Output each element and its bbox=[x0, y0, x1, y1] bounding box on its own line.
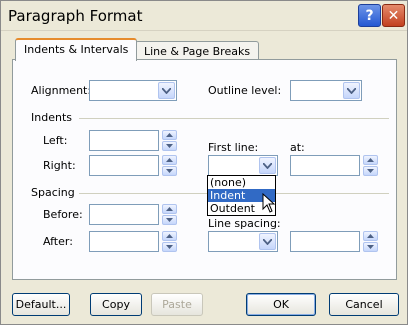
before-label: Before: bbox=[43, 208, 83, 221]
first-line-label: First line: bbox=[208, 141, 259, 154]
spacing-after-input[interactable] bbox=[89, 231, 159, 252]
spin-down-button[interactable] bbox=[162, 242, 177, 252]
spin-up-button[interactable] bbox=[162, 130, 177, 140]
spin-up-button[interactable] bbox=[162, 204, 177, 214]
paste-button: Paste bbox=[151, 293, 203, 316]
title-bar[interactable]: Paragraph Format ? ✕ bbox=[1, 1, 407, 31]
arrow-up-icon bbox=[367, 234, 374, 238]
spin-down-button[interactable] bbox=[363, 166, 378, 176]
right-indent-label: Right: bbox=[43, 159, 76, 172]
default-button[interactable]: Default... bbox=[12, 293, 70, 316]
left-indent-label: Left: bbox=[43, 134, 68, 147]
close-button[interactable]: ✕ bbox=[382, 4, 405, 27]
indents-group-label: Indents bbox=[31, 111, 72, 124]
alignment-select[interactable] bbox=[89, 80, 177, 101]
arrow-down-icon bbox=[166, 169, 173, 173]
window-title: Paragraph Format bbox=[8, 7, 143, 25]
line-spacing-at-spinner[interactable] bbox=[363, 231, 378, 252]
spin-up-button[interactable] bbox=[363, 231, 378, 241]
arrow-up-icon bbox=[166, 158, 173, 162]
chevron-down-icon bbox=[162, 87, 171, 94]
arrow-down-icon bbox=[367, 245, 374, 249]
alignment-dropdown-button[interactable] bbox=[158, 82, 175, 99]
first-line-at-spinner[interactable] bbox=[363, 155, 378, 176]
close-icon: ✕ bbox=[387, 7, 400, 24]
arrow-up-icon bbox=[367, 158, 374, 162]
mouse-cursor-icon bbox=[262, 193, 275, 213]
chevron-down-icon bbox=[263, 238, 272, 245]
ok-button[interactable]: OK bbox=[246, 293, 316, 316]
left-indent-input[interactable] bbox=[89, 130, 159, 151]
indents-divider bbox=[79, 118, 389, 119]
help-button[interactable]: ? bbox=[358, 4, 381, 27]
arrow-up-icon bbox=[166, 234, 173, 238]
spacing-after-spinner[interactable] bbox=[162, 231, 177, 252]
copy-button[interactable]: Copy bbox=[90, 293, 142, 316]
first-line-dropdown-button[interactable] bbox=[259, 157, 276, 174]
arrow-up-icon bbox=[166, 133, 173, 137]
line-spacing-dropdown-button[interactable] bbox=[259, 233, 276, 250]
spacing-before-input[interactable] bbox=[89, 204, 159, 225]
arrow-down-icon bbox=[367, 169, 374, 173]
tab-indents-intervals[interactable]: Indents & Intervals bbox=[15, 38, 138, 61]
spin-up-button[interactable] bbox=[162, 231, 177, 241]
dropdown-option-none[interactable]: (none) bbox=[208, 176, 275, 189]
right-indent-input[interactable] bbox=[89, 155, 159, 176]
line-spacing-label: Line spacing: bbox=[208, 217, 281, 230]
first-line-select[interactable] bbox=[208, 155, 278, 176]
arrow-up-icon bbox=[166, 207, 173, 211]
outline-level-select[interactable] bbox=[290, 80, 362, 101]
spin-up-button[interactable] bbox=[162, 155, 177, 165]
right-indent-spinner[interactable] bbox=[162, 155, 177, 176]
line-spacing-at-input[interactable] bbox=[290, 231, 360, 252]
question-mark-icon: ? bbox=[365, 7, 374, 24]
spin-down-button[interactable] bbox=[162, 215, 177, 225]
paragraph-format-dialog: Paragraph Format ? ✕ Indents & Intervals… bbox=[0, 0, 408, 325]
spacing-before-spinner[interactable] bbox=[162, 204, 177, 225]
after-label: After: bbox=[43, 235, 73, 248]
arrow-down-icon bbox=[166, 218, 173, 222]
spin-down-button[interactable] bbox=[363, 242, 378, 252]
tab-label: Indents & Intervals bbox=[24, 43, 129, 56]
spin-down-button[interactable] bbox=[162, 166, 177, 176]
outline-level-dropdown-button[interactable] bbox=[343, 82, 360, 99]
tab-label: Line & Page Breaks bbox=[144, 45, 251, 58]
chevron-down-icon bbox=[347, 87, 356, 94]
outline-level-label: Outline level: bbox=[208, 84, 282, 97]
spin-down-button[interactable] bbox=[162, 141, 177, 151]
arrow-down-icon bbox=[166, 144, 173, 148]
tab-panel: Alignment: Outline level: Indents Left: … bbox=[12, 59, 397, 280]
line-spacing-select[interactable] bbox=[208, 231, 278, 252]
spin-up-button[interactable] bbox=[363, 155, 378, 165]
cancel-button[interactable]: Cancel bbox=[329, 293, 399, 316]
left-indent-spinner[interactable] bbox=[162, 130, 177, 151]
first-line-at-input[interactable] bbox=[290, 155, 360, 176]
alignment-label: Alignment: bbox=[31, 84, 92, 97]
spacing-group-label: Spacing bbox=[31, 186, 75, 199]
chevron-down-icon bbox=[263, 162, 272, 169]
first-line-at-label: at: bbox=[290, 141, 305, 154]
arrow-down-icon bbox=[166, 245, 173, 249]
